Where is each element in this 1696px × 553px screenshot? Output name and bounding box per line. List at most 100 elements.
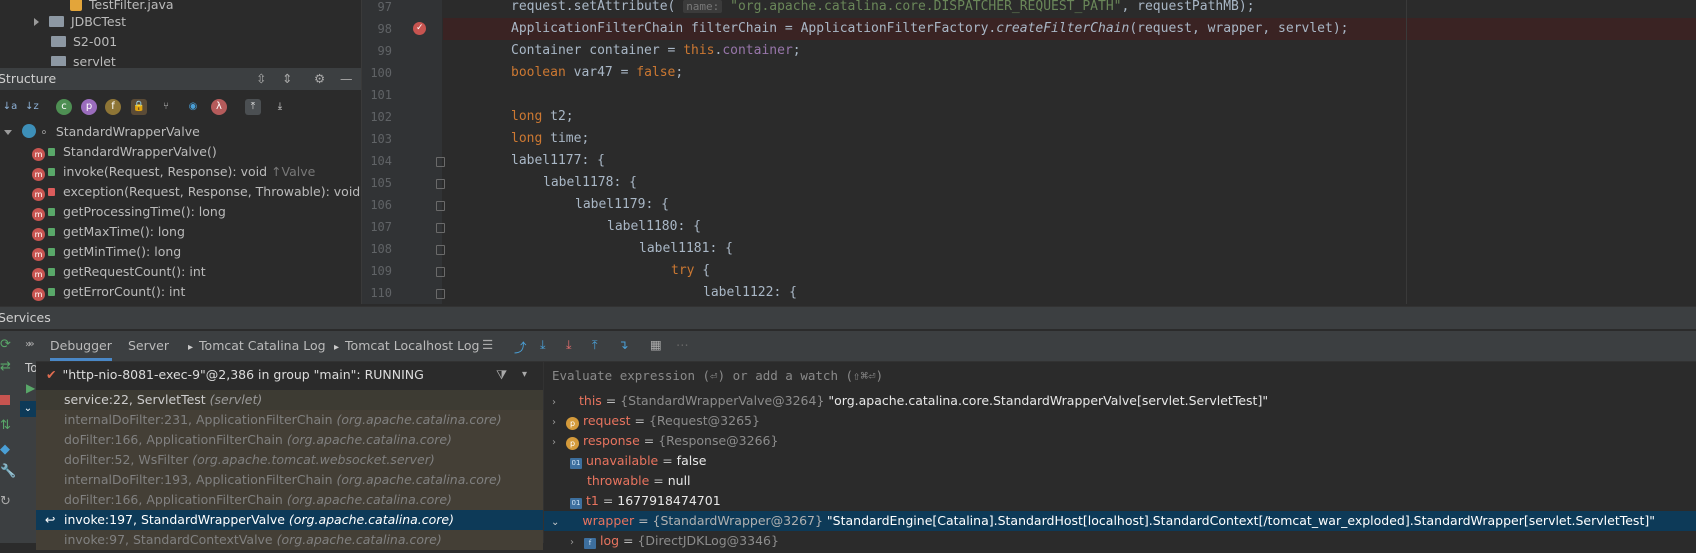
tab-debugger[interactable]: Debugger [50, 331, 112, 361]
field-icon: 01 [570, 458, 582, 469]
run-icon[interactable]: ▶ [26, 381, 35, 395]
watch-input[interactable]: Evaluate expression (⏎) or add a watch (… [544, 365, 1696, 387]
show-inherited-icon[interactable]: c [56, 99, 72, 115]
field-icon: 01 [570, 498, 582, 509]
thread-dropdown-icon[interactable]: ▾ [522, 365, 527, 385]
collapse-arrow-icon[interactable]: ⌄ [551, 517, 559, 528]
structure-item[interactable]: m getProcessingTime(): long [32, 202, 226, 222]
variable-row[interactable]: 01 t1 = 1677918474701 [544, 491, 1696, 511]
code-line-108: label1181: { [639, 241, 733, 256]
stack-frame[interactable]: doFilter:166, ApplicationFilterChain (or… [36, 490, 543, 510]
minimize-icon[interactable]: — [340, 68, 353, 90]
step-over-icon[interactable]: ⤓ [540, 337, 546, 353]
dropdown-icon[interactable]: ⌄ [20, 401, 36, 417]
wrench-icon[interactable]: 🔧 [0, 464, 16, 479]
right-margin-guide [1406, 0, 1407, 304]
fold-marker-icon[interactable] [436, 223, 445, 233]
force-step-into-icon[interactable]: ⤒ [592, 337, 598, 353]
fold-marker-icon[interactable] [436, 245, 445, 255]
collapse-arrow-icon[interactable] [4, 130, 12, 135]
structure-item[interactable]: m getErrorCount(): int [32, 282, 185, 302]
stack-frame[interactable]: doFilter:166, ApplicationFilterChain (or… [36, 430, 543, 450]
refresh-icon[interactable]: ↻ [0, 494, 11, 509]
code-line-107: label1180: { [607, 219, 701, 234]
resume-icon[interactable]: ⇄ [0, 359, 11, 374]
variable-row[interactable]: › f log = {DirectJDKLog@3346} [544, 531, 1696, 551]
show-interfaces-icon[interactable]: ◉ [185, 99, 201, 115]
structure-item[interactable]: m exception(Request, Response, Throwable)… [32, 182, 360, 202]
show-fields-icon[interactable]: f [105, 99, 121, 115]
structure-item[interactable]: m invoke(Request, Response): void ↑Valve [32, 162, 315, 182]
variable-row[interactable]: throwable = null [544, 471, 1696, 491]
fold-marker-icon[interactable] [436, 179, 445, 189]
class-icon [21, 124, 36, 138]
stack-frame[interactable]: doFilter:52, WsFilter (org.apache.tomcat… [36, 450, 543, 470]
fold-marker-icon[interactable] [436, 157, 445, 167]
stop-icon[interactable] [0, 395, 10, 405]
rerun-icon[interactable]: ⟳ [0, 337, 11, 352]
services-header: Services [0, 306, 1696, 329]
step-icon[interactable]: ⇅ [0, 418, 11, 433]
tab-tomcat-localhost-log[interactable]: ▸ Tomcat Localhost Log [334, 331, 479, 361]
filter-icon[interactable]: ⧩ [496, 365, 507, 385]
evaluate-expression-icon[interactable]: ▦ [650, 337, 662, 352]
show-properties-icon[interactable]: p [81, 99, 97, 115]
stack-frame[interactable]: internalDoFilter:231, ApplicationFilterC… [36, 410, 543, 430]
expand-all-icon[interactable]: ⇳ [256, 68, 266, 90]
structure-item[interactable]: m getMaxTime(): long [32, 222, 185, 242]
fold-marker-icon[interactable] [436, 267, 445, 277]
project-tree-item-jdbctest[interactable]: JDBCTest [34, 12, 126, 32]
project-tree-item-servlet[interactable]: servlet [51, 52, 116, 66]
fold-marker-icon[interactable] [436, 289, 445, 299]
line-number: 109 [370, 264, 392, 278]
line-number: 110 [370, 286, 392, 300]
expand-arrow-icon[interactable] [34, 18, 39, 26]
variable-row[interactable]: › this = {StandardWrapperValve@3264} "org… [544, 391, 1696, 411]
code-line-102: long t2; [511, 109, 574, 124]
method-icon: m [32, 228, 45, 241]
menu-icon[interactable]: ☰ [482, 337, 493, 352]
expand-arrow-icon[interactable]: › [552, 417, 556, 428]
structure-root[interactable]: ∘ StandardWrapperValve [4, 122, 200, 142]
expand-arrow-icon[interactable]: › [552, 437, 556, 448]
line-number: 107 [370, 220, 392, 234]
step-into-icon[interactable]: ⤓ [566, 337, 572, 353]
thread-selector[interactable]: ✔ "http-nio-8081-exec-9"@2,386 in group "… [36, 365, 543, 385]
more-tabs-icon[interactable]: » [28, 337, 35, 350]
autoscroll-from-source-icon[interactable]: ⤓ [272, 99, 288, 115]
structure-item[interactable]: m getMinTime(): long [32, 242, 181, 262]
structure-item[interactable]: m StandardWrapperValve() [32, 142, 217, 162]
tab-tomcat-catalina-log[interactable]: ▸ Tomcat Catalina Log [188, 331, 326, 361]
show-anonymous-icon[interactable]: ⑂ [158, 99, 174, 115]
sort-alpha-icon[interactable]: ↓a [2, 99, 18, 115]
expand-arrow-icon[interactable]: › [552, 397, 556, 408]
fold-marker-icon[interactable] [436, 201, 445, 211]
variable-row[interactable]: › p response = {Response@3266} [544, 431, 1696, 451]
sort-visibility-icon[interactable]: ↓z [24, 99, 40, 115]
show-lambdas-icon[interactable]: λ [211, 99, 227, 115]
line-number: 99 [377, 44, 392, 58]
line-number: 108 [370, 242, 392, 256]
line-number: 98 [377, 22, 392, 36]
stack-frame[interactable]: internalDoFilter:193, ApplicationFilterC… [36, 470, 543, 490]
autoscroll-to-source-icon[interactable]: ⤒ [245, 99, 261, 115]
trace-icon[interactable]: ⋯ [676, 337, 689, 352]
tab-server[interactable]: Server [128, 331, 169, 361]
stack-frame[interactable]: service:22, ServletTest (servlet) [36, 390, 543, 410]
structure-item[interactable]: m getRequestCount(): int [32, 262, 206, 282]
show-execution-point-icon[interactable]: ⤴ [514, 337, 527, 356]
gear-icon[interactable]: ⚙ [314, 68, 325, 90]
variable-row[interactable]: 01 unavailable = false [544, 451, 1696, 471]
variable-row[interactable]: › p request = {Request@3265} [544, 411, 1696, 431]
structure-title: Structure [0, 71, 57, 86]
method-icon: m [32, 208, 45, 221]
step-out-icon[interactable]: ↴ [618, 337, 628, 352]
project-tree-item-s2-001[interactable]: S2-001 [51, 32, 117, 52]
show-non-public-icon[interactable]: 🔒 [131, 99, 147, 115]
breakpoint-icon[interactable]: ✓ [413, 22, 426, 35]
collapse-all-icon[interactable]: ⇕ [282, 68, 292, 90]
variable-row-selected[interactable]: ⌄ wrapper = {StandardWrapper@3267} "Stand… [544, 511, 1696, 531]
stack-frame[interactable]: invoke:97, StandardContextValve (org.apa… [36, 530, 543, 550]
services-group-icon[interactable]: ◆ [0, 442, 10, 457]
stack-frame-selected[interactable]: ↩ invoke:197, StandardWrapperValve (org.a… [36, 510, 543, 530]
